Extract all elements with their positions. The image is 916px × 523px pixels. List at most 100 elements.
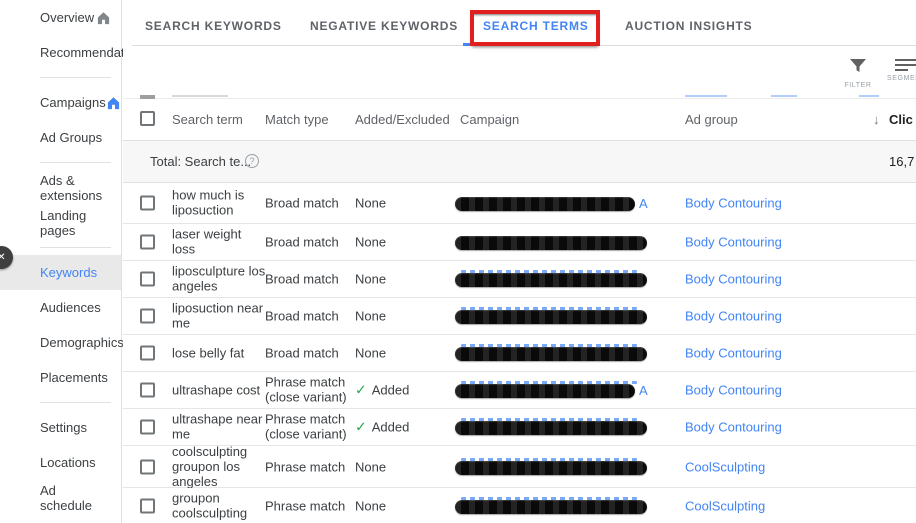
added-excluded-cell: ✓ Added <box>355 382 453 399</box>
match-type-cell: Broad match <box>265 195 339 211</box>
sidebar-item-keywords[interactable]: Keywords <box>0 255 121 290</box>
select-all-checkbox[interactable] <box>140 111 155 126</box>
campaign-cell <box>455 457 670 477</box>
search-term-cell: liposuction near me <box>172 300 264 331</box>
sidebar-item-label: Overview <box>40 10 95 25</box>
row-checkbox[interactable] <box>140 459 155 474</box>
campaign-visible-fragment: A <box>639 383 648 398</box>
added-excluded-cell: None <box>355 234 453 249</box>
row-checkbox[interactable] <box>140 419 155 435</box>
row-checkbox[interactable] <box>140 498 155 514</box>
sidebar-item-demographics[interactable]: Demographics <box>0 325 124 360</box>
match-type-cell: Phrase match <box>265 498 346 514</box>
row-checkbox[interactable] <box>140 234 155 250</box>
added-check-icon: ✓ <box>355 418 367 435</box>
match-type-cell: Phrase match <box>265 458 346 474</box>
ad-group-link[interactable]: Body Contouring <box>685 234 782 249</box>
column-header-clicks[interactable]: Clic <box>889 112 913 127</box>
total-clicks-value: 16,7 <box>889 154 915 169</box>
column-header-ad-group[interactable]: Ad group <box>685 112 738 127</box>
campaign-redaction-bar <box>455 384 635 398</box>
help-icon[interactable]: ? <box>245 154 259 168</box>
sidebar-divider <box>40 247 111 248</box>
table-row: laser weight loss Broad match None Body … <box>123 224 916 261</box>
added-excluded-cell: None <box>355 195 453 210</box>
ad-group-link[interactable]: Body Contouring <box>685 382 782 397</box>
status-text: None <box>355 498 387 514</box>
campaign-redaction-bar <box>455 310 647 324</box>
row-checkbox[interactable] <box>140 195 155 211</box>
sidebar-item-label: Campaigns <box>40 95 106 110</box>
sidebar-item-label: Ad Groups <box>40 130 103 145</box>
column-header-search-term[interactable]: Search term <box>172 112 243 127</box>
sidebar-item-landing-pages[interactable]: Landing pages <box>0 205 121 240</box>
match-type-cell: Broad match <box>265 308 339 324</box>
column-header-match-type[interactable]: Match type <box>265 112 329 127</box>
ad-group-link[interactable]: CoolSculpting <box>685 498 765 513</box>
sidebar-item-settings[interactable]: Settings <box>0 410 121 445</box>
campaign-visible-fragment: A <box>639 196 648 211</box>
filter-button[interactable]: FILTER <box>836 59 880 89</box>
partial-text-sliver <box>172 95 228 97</box>
tab-auction-insights[interactable]: AUCTION INSIGHTS <box>625 19 752 33</box>
sidebar-divider <box>40 402 111 403</box>
status-text: None <box>355 308 387 324</box>
campaign-redaction-bar <box>455 347 647 361</box>
added-excluded-cell: None <box>355 498 453 513</box>
ad-group-link[interactable]: CoolSculpting <box>685 459 765 474</box>
sidebar-item-ad-schedule[interactable]: Ad schedule <box>0 480 121 515</box>
sidebar-item-recommendations[interactable]: Recommendations <box>0 35 148 70</box>
ad-group-link[interactable]: Body Contouring <box>685 195 782 210</box>
sidebar-item-audiences[interactable]: Audiences <box>0 290 121 325</box>
table-body: how much is liposuction Broad match None… <box>123 183 916 523</box>
ad-group-link[interactable]: Body Contouring <box>685 308 782 323</box>
sort-descending-icon[interactable]: ↓ <box>873 112 880 127</box>
search-term-cell: liposculpture los angeles <box>172 263 266 294</box>
sidebar-item-campaigns[interactable]: Campaigns <box>0 85 121 120</box>
ad-group-link[interactable]: Body Contouring <box>685 345 782 360</box>
segment-button[interactable]: SEGMENT <box>885 59 916 82</box>
filter-icon <box>850 59 866 72</box>
campaign-cell <box>455 417 670 437</box>
search-term-cell: ultrashape near me <box>172 411 263 442</box>
sidebar-divider <box>40 77 111 78</box>
status-text: None <box>355 271 387 287</box>
campaign-redaction-bar <box>455 197 635 211</box>
column-header-campaign[interactable]: Campaign <box>460 112 519 127</box>
row-checkbox[interactable] <box>140 308 155 324</box>
table-row: ultrashape near me Phrase match (close v… <box>123 409 916 446</box>
match-type-cell: Phrase match (close variant) <box>265 411 347 442</box>
search-term-cell: groupon coolsculpting <box>172 490 248 521</box>
table-row: how much is liposuction Broad match None… <box>123 183 916 224</box>
table-header: Search term Match type Added/Excluded Ca… <box>123 99 916 141</box>
partial-link-sliver <box>771 95 797 97</box>
status-text: None <box>355 195 387 211</box>
sidebar-item-ads-extensions[interactable]: Ads & extensions <box>0 170 121 205</box>
home-icon <box>96 11 111 25</box>
sidebar-item-label: Locations <box>40 455 96 470</box>
match-type-cell: Phrase match (close variant) <box>265 374 347 405</box>
row-checkbox[interactable] <box>140 271 155 287</box>
sidebar-item-label: Ads & extensions <box>40 172 103 203</box>
tab-search-keywords[interactable]: SEARCH KEYWORDS <box>145 19 282 33</box>
table-row: liposuction near me Broad match None Bod… <box>123 298 916 335</box>
tab-negative-keywords[interactable]: NEGATIVE KEYWORDS <box>310 19 458 33</box>
search-term-cell: coolsculpting groupon los angeles <box>172 443 248 490</box>
sidebar-item-overview[interactable]: Overview <box>0 0 121 35</box>
search-term-cell: ultrashape cost <box>172 382 261 398</box>
status-text: None <box>355 234 387 250</box>
campaign-redaction-bar <box>455 273 647 287</box>
campaign-redaction-bar <box>455 500 647 514</box>
row-checkbox[interactable] <box>140 345 155 361</box>
row-checkbox[interactable] <box>140 382 155 398</box>
ad-group-link[interactable]: Body Contouring <box>685 271 782 286</box>
sidebar-item-placements[interactable]: Placements <box>0 360 121 395</box>
column-header-added-excluded[interactable]: Added/Excluded <box>355 112 450 127</box>
status-text: Added <box>371 419 410 435</box>
sidebar-item-locations[interactable]: Locations <box>0 445 121 480</box>
ad-group-link[interactable]: Body Contouring <box>685 419 782 434</box>
segment-icon <box>885 59 916 71</box>
sidebar-item-ad-groups[interactable]: Ad Groups <box>0 120 121 155</box>
total-row-label: Total: Search te... <box>150 154 252 169</box>
table-row: coolsculpting groupon los angeles Phrase… <box>123 443 916 490</box>
